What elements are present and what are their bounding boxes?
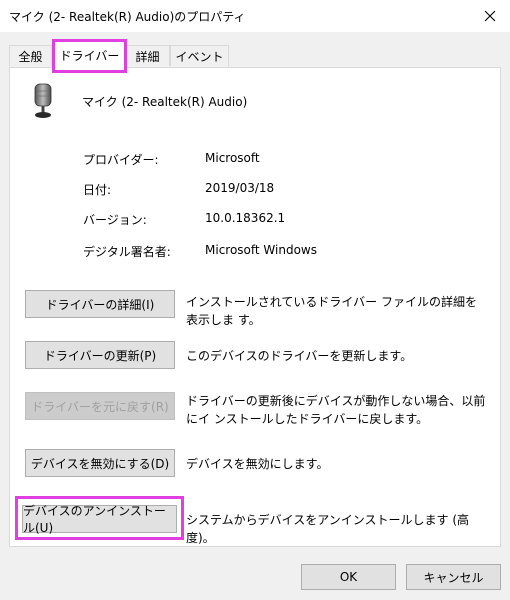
- close-icon: [484, 10, 496, 22]
- update-driver-description: このデバイスのドライバーを更新します。: [186, 349, 413, 363]
- cancel-button[interactable]: キャンセル: [406, 564, 501, 590]
- tab-driver[interactable]: ドライバー: [54, 41, 125, 68]
- uninstall-device-button[interactable]: デバイスのアンインストール(U): [22, 504, 177, 535]
- roll-back-driver-button[interactable]: ドライバーを元に戻す(R): [25, 392, 175, 420]
- signer-value: Microsoft Windows: [205, 243, 317, 257]
- provider-value: Microsoft: [205, 151, 260, 165]
- microphone-icon: [34, 83, 52, 118]
- driver-details-description: インストールされているドライバー ファイルの詳細を表示しま す。: [186, 295, 477, 327]
- date-label: 日付:: [83, 183, 112, 197]
- disable-device-button[interactable]: デバイスを無効にする(D): [25, 449, 175, 477]
- driver-details-button[interactable]: ドライバーの詳細(I): [25, 290, 175, 318]
- version-value: 10.0.18362.1: [205, 211, 286, 225]
- disable-device-description: デバイスを無効にします。: [186, 457, 329, 471]
- window-title: マイク (2- Realtek(R) Audio)のプロパティ: [9, 10, 246, 24]
- roll-back-driver-description: ドライバーの更新後にデバイスが動作しない場合、以前にイ ンストールしたドライバー…: [186, 394, 486, 426]
- date-value: 2019/03/18: [205, 181, 275, 195]
- tab-events[interactable]: イベント: [170, 45, 229, 66]
- device-name: マイク (2- Realtek(R) Audio): [82, 95, 248, 109]
- tab-general[interactable]: 全般: [9, 45, 52, 66]
- close-button[interactable]: [470, 0, 510, 32]
- title-bar: マイク (2- Realtek(R) Audio)のプロパティ: [0, 0, 510, 32]
- signer-label: デジタル署名者:: [83, 245, 171, 259]
- version-label: バージョン:: [83, 213, 147, 227]
- tab-details[interactable]: 詳細: [125, 45, 170, 66]
- update-driver-button[interactable]: ドライバーの更新(P): [25, 341, 175, 369]
- ok-button[interactable]: OK: [301, 564, 396, 590]
- uninstall-device-description: システムからデバイスをアンインストールします (高度)。: [186, 513, 470, 545]
- provider-label: プロバイダー:: [83, 153, 159, 167]
